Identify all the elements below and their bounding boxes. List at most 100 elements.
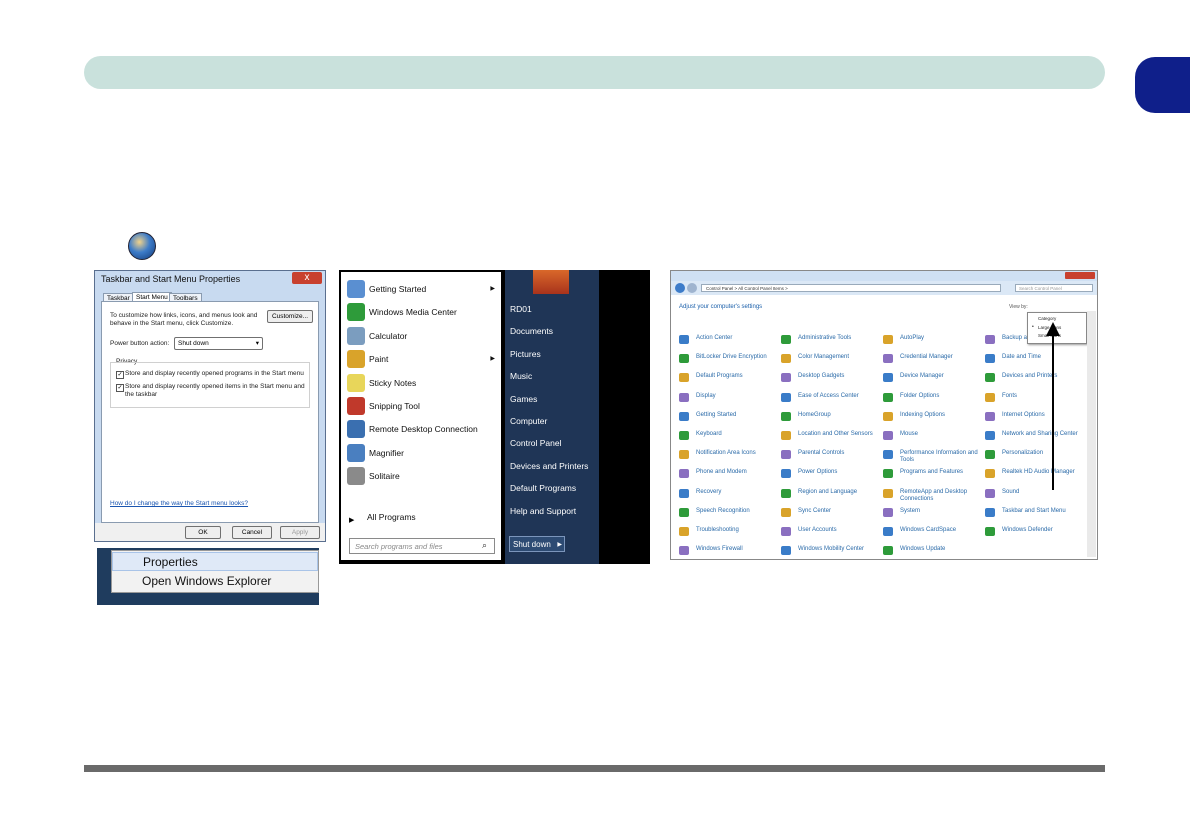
item-label: Parental Controls [798,450,845,457]
control-panel-item[interactable]: Sound [985,487,1083,503]
forward-icon[interactable] [687,283,697,293]
control-panel-item[interactable]: Phone and Modem [679,467,777,483]
control-panel-item[interactable]: AutoPlay [883,333,981,349]
control-panel-item[interactable]: Windows Defender [985,525,1083,541]
cancel-button[interactable]: Cancel [232,526,272,539]
address-input[interactable]: Control Panel > All Control Panel Items … [701,284,1001,292]
all-programs[interactable]: All Programs [367,512,416,522]
control-panel-item[interactable]: HomeGroup [781,410,879,426]
control-panel-item[interactable]: Performance Information and Tools [883,448,981,464]
control-panel-item[interactable]: Administrative Tools [781,333,879,349]
place-item[interactable]: Computer [510,411,547,431]
control-panel-item[interactable]: Credential Manager [883,352,981,368]
program-item[interactable]: Paint ▶ [347,348,497,370]
control-panel-item[interactable]: Taskbar and Start Menu [985,506,1083,522]
control-panel-item[interactable]: Ease of Access Center [781,391,879,407]
control-panel-item[interactable]: Windows Mobility Center [781,544,879,560]
program-item[interactable]: Getting Started ▶ [347,278,497,300]
control-panel-item[interactable]: Default Programs [679,371,777,387]
control-panel-item[interactable]: System [883,506,981,522]
footer-rule [84,765,1105,772]
place-item[interactable]: Pictures [510,344,541,364]
place-item[interactable]: Games [510,389,537,409]
search-icon[interactable]: ⌕ [482,540,487,551]
place-item[interactable]: RD01 [510,299,532,319]
control-panel-item[interactable]: Desktop Gadgets [781,371,879,387]
control-panel-item[interactable]: Recovery [679,487,777,503]
program-icon [347,350,365,369]
control-panel-item[interactable]: Action Center [679,333,777,349]
program-item[interactable]: Magnifier [347,442,497,464]
program-item[interactable]: Windows Media Center [347,301,497,323]
power-select[interactable]: Shut down ▾ [174,337,263,350]
shutdown-button[interactable]: Shut down ▶ [509,536,565,552]
search-input[interactable]: Search Control Panel [1015,284,1093,292]
menu-item-open-explorer[interactable]: Open Windows Explorer [112,572,318,591]
control-panel-item[interactable]: Color Management [781,352,879,368]
option-category[interactable]: Category [1038,316,1056,321]
scrollbar[interactable] [1087,311,1096,557]
control-panel-item[interactable]: Location and Other Sensors [781,429,879,445]
program-item[interactable]: Solitaire [347,465,497,487]
search-input[interactable]: Search programs and files [349,538,495,554]
program-item[interactable]: Calculator [347,325,497,347]
control-panel-item[interactable]: Display [679,391,777,407]
item-icon [883,354,893,364]
control-panel-item[interactable]: Troubleshooting [679,525,777,541]
program-item[interactable]: Snipping Tool [347,395,497,417]
control-panel-item[interactable]: Realtek HD Audio Manager [985,467,1083,483]
control-panel-item[interactable]: Folder Options [883,391,981,407]
control-panel-item[interactable]: Parental Controls [781,448,879,464]
control-panel-item[interactable]: Programs and Features [883,467,981,483]
control-panel-item[interactable]: Notification Area Icons [679,448,777,464]
place-item[interactable]: Documents [510,321,553,341]
recent-items-checkbox[interactable]: ✓ [116,384,124,392]
taskbar-properties-window: Taskbar and Start Menu Properties x Task… [94,270,326,542]
control-panel-item[interactable]: Region and Language [781,487,879,503]
control-panel-item[interactable]: Windows Firewall [679,544,777,560]
control-panel-item[interactable]: Date and Time [985,352,1083,368]
control-panel-item[interactable]: Indexing Options [883,410,981,426]
control-panel-item[interactable]: Mouse [883,429,981,445]
back-icon[interactable] [675,283,685,293]
item-label: Windows Mobility Center [798,546,865,553]
item-label: Network and Sharing Center [1002,431,1078,437]
control-panel-item[interactable]: Windows CardSpace [883,525,981,541]
item-icon [883,335,893,344]
control-panel-item[interactable]: User Accounts [781,525,879,541]
control-panel-item[interactable]: Internet Options [985,410,1083,426]
control-panel-item[interactable]: Fonts [985,391,1083,407]
help-link[interactable]: How do I change the way the Start menu l… [110,500,248,508]
menu-item-properties[interactable]: Properties [112,552,318,571]
item-label: Windows Firewall [696,546,743,553]
place-item[interactable]: Music [510,366,532,386]
control-panel-item[interactable]: Device Manager [883,371,981,387]
customize-button[interactable]: Customize... [267,310,313,323]
place-item[interactable]: Devices and Printers [510,456,588,476]
ok-button[interactable]: OK [185,526,221,539]
control-panel-item[interactable]: BitLocker Drive Encryption [679,352,777,368]
control-panel-item[interactable]: Power Options [781,467,879,483]
control-panel-item[interactable]: Windows Update [883,544,981,560]
recent-programs-checkbox[interactable]: ✓ [116,371,124,379]
control-panel-window: Control Panel > All Control Panel Items … [670,270,1098,560]
program-item[interactable]: Remote Desktop Connection [347,418,497,440]
control-panel-item[interactable]: Getting Started [679,410,777,426]
control-panel-item[interactable]: RemoteApp and Desktop Connections [883,487,981,503]
control-panel-item[interactable]: Devices and Printers [985,371,1083,387]
close-icon[interactable]: x [292,272,322,284]
control-panel-item[interactable]: Network and Sharing Center [985,429,1083,445]
control-panel-item[interactable]: Personalization [985,448,1083,464]
control-panel-item[interactable]: Speech Recognition [679,506,777,522]
place-item[interactable]: Default Programs [510,478,576,498]
control-panel-item[interactable]: Keyboard [679,429,777,445]
place-item[interactable]: Help and Support [510,501,576,521]
apply-button[interactable]: Apply [280,526,320,539]
program-item[interactable]: Sticky Notes [347,372,497,394]
control-panel-item[interactable]: Sync Center [781,506,879,522]
item-label: RemoteApp and Desktop Connections [900,488,968,502]
user-picture[interactable] [533,270,569,294]
place-item[interactable]: Control Panel [510,433,562,453]
header-bar [84,56,1105,89]
window-controls[interactable] [1065,272,1095,279]
